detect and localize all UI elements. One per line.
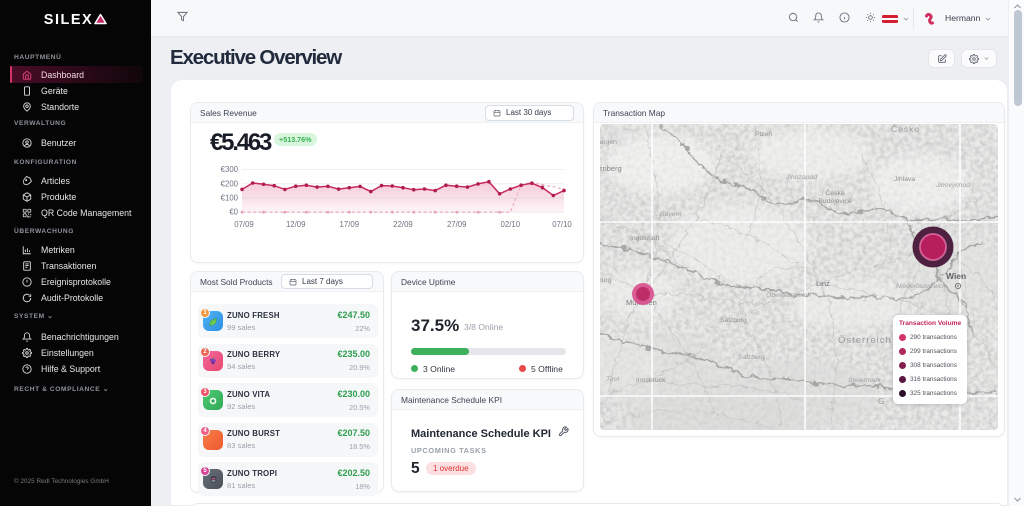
svg-text:€200: €200 <box>221 179 239 188</box>
svg-text:07/09: 07/09 <box>234 220 254 229</box>
svg-text:€300: €300 <box>221 165 239 174</box>
svg-text:07/10: 07/10 <box>552 220 572 229</box>
svg-text:rnberg: rnberg <box>600 164 622 173</box>
svg-text:Niederösterreich: Niederösterreich <box>896 283 946 290</box>
svg-text:G: G <box>878 396 885 406</box>
svg-text:22/09: 22/09 <box>393 220 413 229</box>
svg-text:€100: €100 <box>221 194 239 203</box>
svg-text:Jihovýchod: Jihovýchod <box>935 182 970 189</box>
svg-text:Bayern: Bayern <box>660 211 682 218</box>
svg-text:12/09: 12/09 <box>286 220 306 229</box>
svg-text:27/09: 27/09 <box>447 220 467 229</box>
svg-text:17/09: 17/09 <box>340 220 360 229</box>
svg-text:Österreich: Österreich <box>838 335 892 346</box>
svg-text:Wien: Wien <box>946 271 966 281</box>
svg-text:České: České <box>825 188 844 197</box>
svg-text:Salzburg: Salzburg <box>720 317 747 324</box>
svg-text:Ingolstadt: Ingolstadt <box>630 235 660 242</box>
svg-text:Steiermark: Steiermark <box>848 377 881 384</box>
svg-text:angen: angen <box>600 139 617 146</box>
svg-text:Plzeň: Plzeň <box>755 131 772 138</box>
svg-text:Tirol: Tirol <box>606 376 620 383</box>
svg-text:Oberösterreich: Oberösterreich <box>766 292 811 299</box>
svg-text:Innsbruck: Innsbruck <box>636 377 666 384</box>
svg-text:€0: €0 <box>229 208 238 217</box>
svg-text:Česko: Česko <box>891 124 920 134</box>
svg-text:Linz: Linz <box>816 279 830 288</box>
svg-text:02/10: 02/10 <box>501 220 521 229</box>
svg-text:burg: burg <box>600 277 612 284</box>
svg-text:Budějovice: Budějovice <box>818 198 851 205</box>
svg-text:Jihlava: Jihlava <box>894 176 915 183</box>
svg-text:Jihozápad: Jihozápad <box>785 174 817 181</box>
svg-text:Salzburg: Salzburg <box>738 354 765 361</box>
